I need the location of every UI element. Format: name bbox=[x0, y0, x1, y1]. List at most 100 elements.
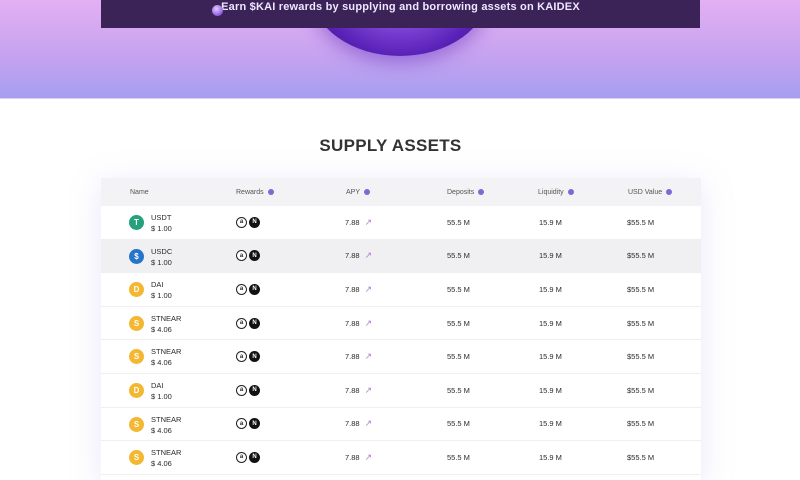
rewards-cell: a N bbox=[236, 374, 262, 407]
rewards-cell: a N bbox=[236, 307, 262, 340]
apy-value: 7.88 bbox=[345, 217, 360, 227]
asset-price: $ 4.06 bbox=[151, 324, 172, 334]
table-row[interactable]: $ USDC $ 1.00 a N 7.88 ↗ 55.5 M 15.9 M $… bbox=[101, 239, 701, 274]
near-reward-icon: N bbox=[249, 384, 260, 396]
near-reward-icon: N bbox=[249, 351, 260, 363]
deposits-value: 55.5 M bbox=[447, 251, 470, 261]
dai-icon: D bbox=[129, 382, 144, 398]
table-header: Name Rewards APY Deposits Liquidity USD … bbox=[101, 178, 701, 206]
deposits-value: 55.5 M bbox=[447, 419, 470, 429]
header-usd-value[interactable]: USD Value bbox=[628, 188, 673, 196]
asset-price: $ 4.06 bbox=[151, 459, 172, 469]
apy-value: 7.88 bbox=[345, 251, 360, 261]
deposits-value: 55.5 M bbox=[447, 385, 470, 395]
table-row[interactable]: S STNEAR $ 4.06 a N 7.88 ↗ 55.5 M 15.9 M… bbox=[101, 307, 701, 341]
rewards-cell: a N bbox=[236, 273, 262, 306]
near-reward-icon: N bbox=[249, 250, 260, 262]
stnear-icon: S bbox=[129, 450, 144, 466]
header-usd-value-label: USD Value bbox=[628, 188, 663, 196]
asset-name: DAI bbox=[151, 380, 164, 390]
usd-value: $55.5 M bbox=[627, 419, 655, 429]
info-icon[interactable] bbox=[666, 189, 673, 195]
info-icon[interactable] bbox=[364, 189, 371, 195]
header-deposits-label: Deposits bbox=[447, 188, 475, 196]
rewards-cell: a N bbox=[236, 206, 262, 239]
liquidity-value: 15.9 M bbox=[539, 318, 562, 328]
hero-banner-text: Earn $KAI rewards by supplying and borro… bbox=[221, 1, 580, 13]
supply-assets-table: Name Rewards APY Deposits Liquidity USD … bbox=[101, 178, 701, 480]
usd-value: $55.5 M bbox=[627, 284, 655, 294]
header-name[interactable]: Name bbox=[130, 189, 149, 196]
apy-value: 7.88 bbox=[345, 352, 360, 362]
rewards-cell: a N bbox=[236, 408, 262, 441]
deposits-value: 55.5 M bbox=[447, 318, 470, 328]
info-icon[interactable] bbox=[478, 189, 485, 195]
apy-value: 7.88 bbox=[345, 452, 360, 462]
deposits-value: 55.5 M bbox=[447, 217, 470, 227]
asset-glyph: S bbox=[133, 352, 140, 362]
aurora-reward-icon: a bbox=[236, 317, 247, 329]
hero-bubble-graphic bbox=[212, 5, 223, 16]
liquidity-value: 15.9 M bbox=[539, 352, 562, 362]
section-title: SUPPLY ASSETS bbox=[319, 136, 462, 155]
liquidity-value: 15.9 M bbox=[539, 251, 562, 261]
rocket-icon: ↗ bbox=[364, 283, 373, 294]
table-row[interactable]: T USDT $ 1.00 a N 7.88 ↗ 55.5 M 15.9 M $… bbox=[101, 206, 701, 240]
info-icon[interactable] bbox=[567, 189, 574, 195]
rewards-cell: a N bbox=[236, 441, 262, 474]
table-row[interactable]: S STNEAR $ 4.06 a N 7.88 ↗ 55.5 M 15.9 M… bbox=[101, 441, 701, 475]
rocket-icon: ↗ bbox=[364, 317, 373, 328]
stnear-icon: S bbox=[129, 416, 144, 432]
dai-icon: D bbox=[129, 282, 144, 298]
apy-cell: 7.88 ↗ bbox=[345, 273, 372, 306]
asset-glyph: D bbox=[133, 285, 140, 295]
aurora-reward-icon: a bbox=[236, 384, 247, 396]
hero-section: Earn $KAI rewards by supplying and borro… bbox=[0, 0, 800, 99]
usd-value: $55.5 M bbox=[627, 352, 655, 362]
asset-name: USDT bbox=[151, 213, 172, 222]
asset-name: STNEAR bbox=[151, 313, 182, 323]
aurora-reward-icon: a bbox=[236, 351, 247, 363]
usd-value: $55.5 M bbox=[627, 217, 655, 227]
table-row[interactable]: S STNEAR $ 4.06 a N 7.88 ↗ 55.5 M 15.9 M… bbox=[101, 408, 701, 442]
asset-price: $ 1.00 bbox=[151, 391, 172, 401]
apy-cell: 7.88 ↗ bbox=[345, 374, 372, 407]
liquidity-value: 15.9 M bbox=[539, 452, 562, 462]
deposits-value: 55.5 M bbox=[447, 352, 470, 362]
header-apy[interactable]: APY bbox=[346, 188, 371, 196]
liquidity-value: 15.9 M bbox=[539, 385, 562, 395]
info-icon[interactable] bbox=[267, 189, 274, 195]
near-reward-icon: N bbox=[249, 216, 260, 228]
aurora-reward-icon: a bbox=[236, 250, 247, 262]
asset-glyph: T bbox=[134, 218, 139, 227]
aurora-reward-icon: a bbox=[236, 418, 247, 430]
near-reward-icon: N bbox=[249, 283, 260, 295]
asset-name: STNEAR bbox=[151, 347, 182, 357]
table-body: T USDT $ 1.00 a N 7.88 ↗ 55.5 M 15.9 M $… bbox=[101, 206, 701, 475]
hero-banner: Earn $KAI rewards by supplying and borro… bbox=[101, 0, 700, 28]
apy-value: 7.88 bbox=[345, 385, 360, 395]
usdc-icon: $ bbox=[129, 248, 144, 264]
aurora-reward-icon: a bbox=[236, 451, 247, 463]
usd-value: $55.5 M bbox=[627, 318, 655, 328]
aurora-reward-icon: a bbox=[236, 216, 247, 228]
apy-value: 7.88 bbox=[345, 284, 360, 294]
table-row[interactable]: D DAI $ 1.00 a N 7.88 ↗ 55.5 M 15.9 M $5… bbox=[101, 273, 701, 307]
asset-price: $ 4.06 bbox=[151, 358, 172, 368]
asset-name: STNEAR bbox=[151, 448, 182, 458]
header-rewards[interactable]: Rewards bbox=[236, 189, 274, 196]
header-liquidity-label: Liquidity bbox=[538, 188, 564, 196]
header-apy-label: APY bbox=[346, 188, 361, 196]
table-row[interactable]: S STNEAR $ 4.06 a N 7.88 ↗ 55.5 M 15.9 M… bbox=[101, 340, 701, 374]
header-liquidity[interactable]: Liquidity bbox=[538, 189, 574, 196]
near-reward-icon: N bbox=[249, 317, 260, 329]
usd-value: $55.5 M bbox=[627, 452, 655, 462]
header-deposits[interactable]: Deposits bbox=[447, 188, 485, 196]
asset-price: $ 1.00 bbox=[151, 291, 172, 301]
rocket-icon: ↗ bbox=[364, 451, 373, 462]
deposits-value: 55.5 M bbox=[447, 452, 470, 462]
rocket-icon: ↗ bbox=[364, 216, 373, 227]
apy-cell: 7.88 ↗ bbox=[345, 441, 372, 474]
rewards-cell: a N bbox=[236, 240, 262, 273]
table-row[interactable]: D DAI $ 1.00 a N 7.88 ↗ 55.5 M 15.9 M $5… bbox=[101, 374, 701, 408]
